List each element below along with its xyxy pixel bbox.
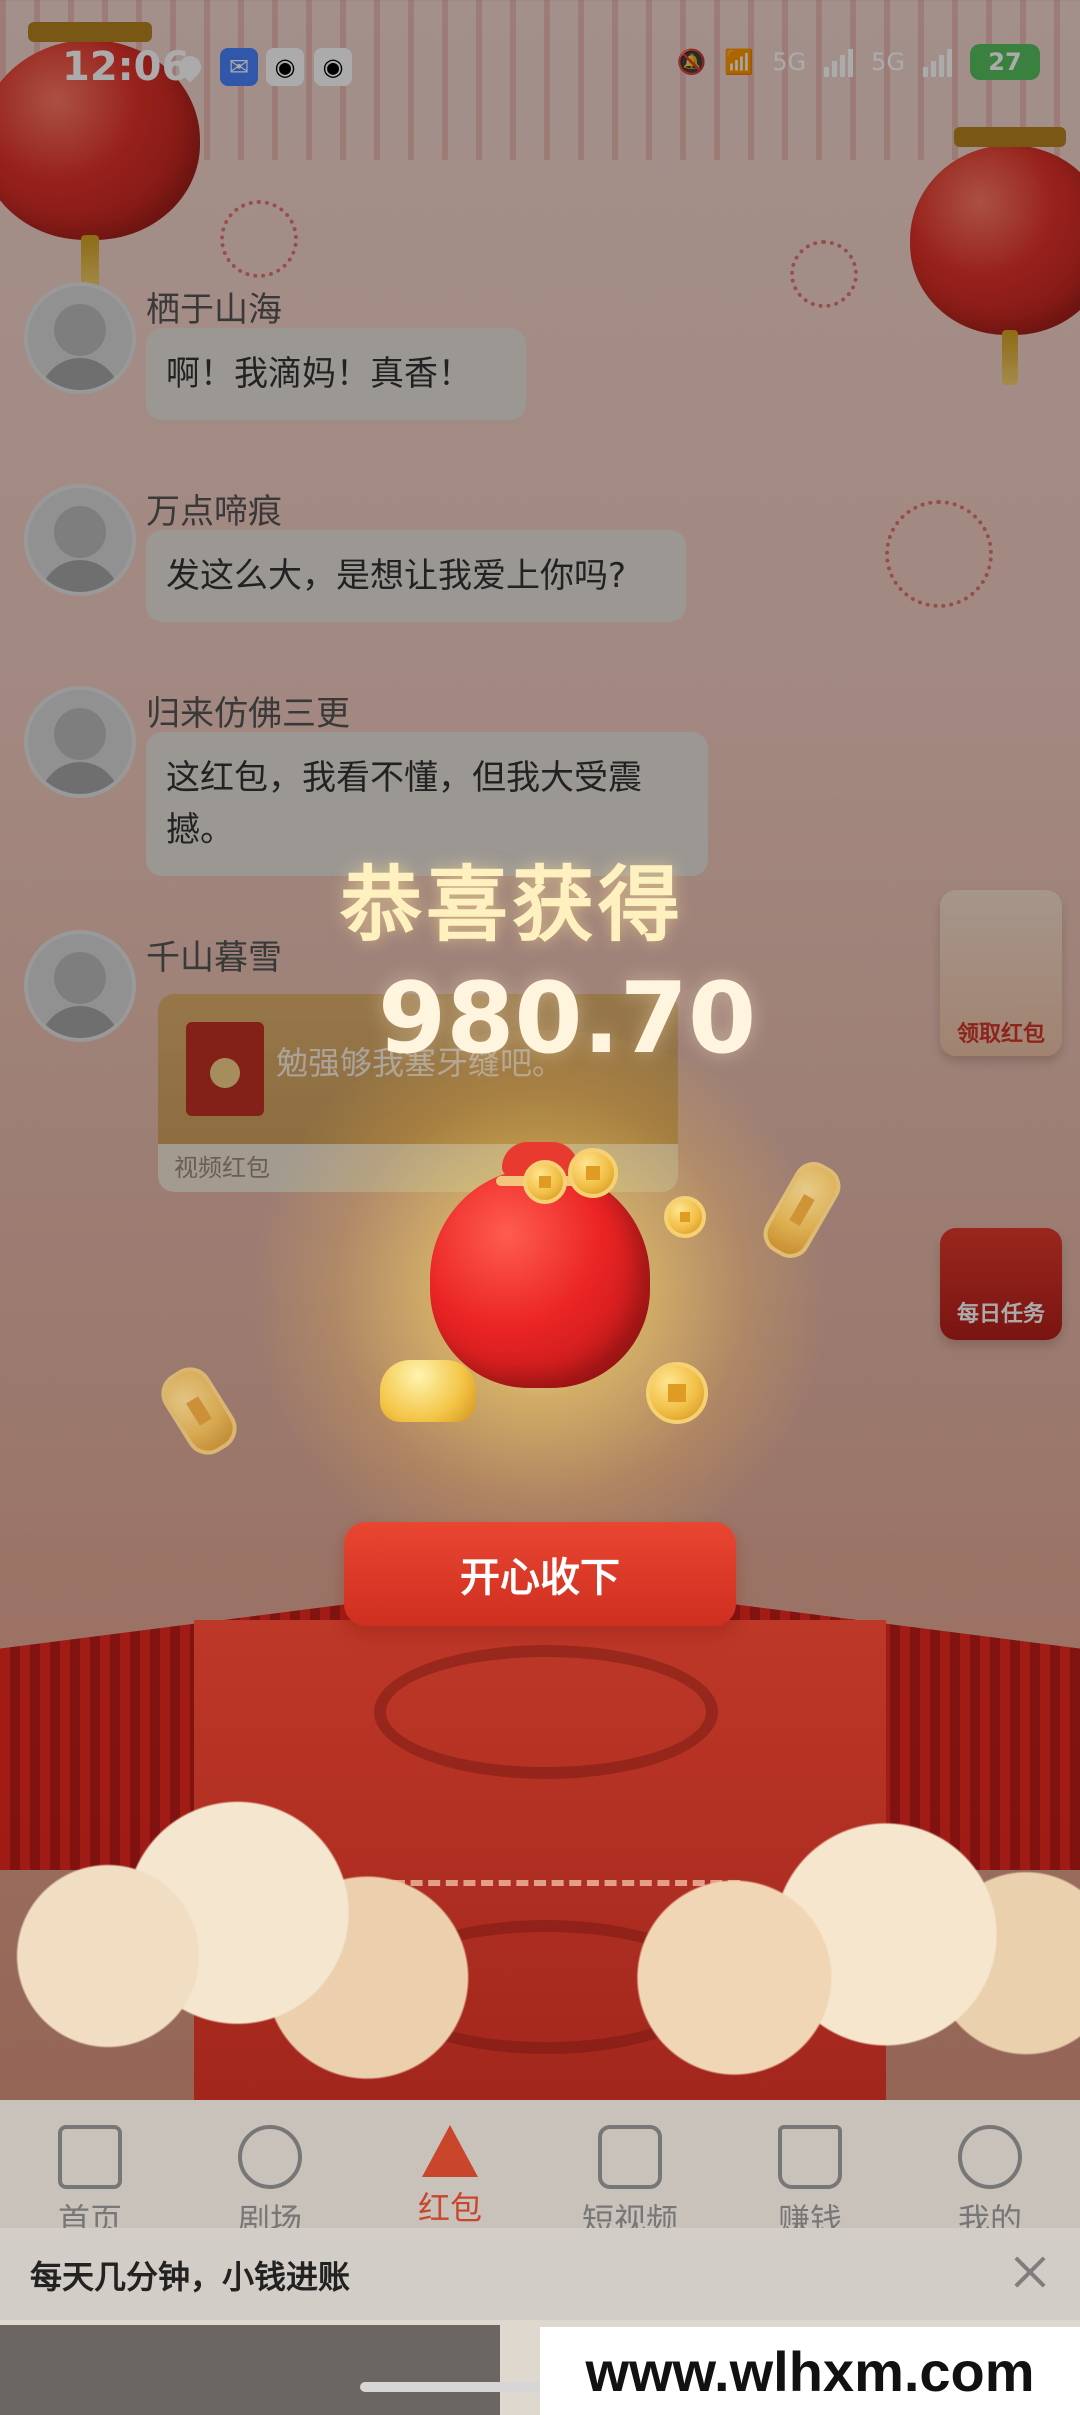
reward-title: 恭喜获得	[340, 858, 685, 953]
reward-amount: 980.70	[378, 962, 757, 1076]
close-icon[interactable]	[1010, 2252, 1050, 2292]
coin-icon	[664, 1196, 706, 1238]
tip-bar: 每天几分钟，小钱进账	[0, 2228, 1080, 2320]
video-icon	[598, 2125, 662, 2189]
gold-ingot-icon	[380, 1360, 476, 1422]
red-packet-icon	[422, 2125, 478, 2177]
coin-icon	[523, 1160, 567, 1204]
coin-icon	[568, 1148, 618, 1198]
watermark-text: www.wlhxm.com	[540, 2327, 1080, 2415]
tip-text: 每天几分钟，小钱进账	[30, 2258, 351, 2296]
user-icon	[958, 2125, 1022, 2189]
coin-icon	[646, 1362, 708, 1424]
cloud-decoration	[0, 1740, 1080, 2100]
bottom-thumbnail	[0, 2325, 500, 2415]
planet-icon	[238, 2125, 302, 2189]
home-icon	[58, 2125, 122, 2189]
cart-icon	[778, 2125, 842, 2189]
accept-reward-button[interactable]: 开心收下	[344, 1522, 736, 1626]
nav-label: 红包	[417, 2189, 482, 2227]
